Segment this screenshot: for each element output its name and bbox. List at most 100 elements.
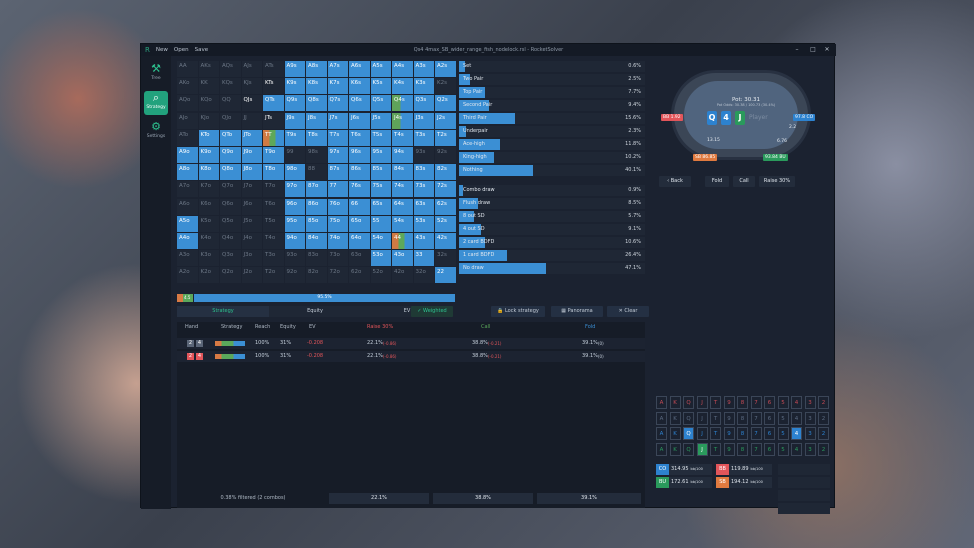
- rank-card-5[interactable]: 5: [777, 442, 789, 456]
- hand-cell-Q9s[interactable]: Q9s: [284, 95, 305, 112]
- hand-cell-A3s[interactable]: A3s: [413, 61, 434, 77]
- hand-cell-K8o[interactable]: K8o: [198, 164, 219, 181]
- hand-cell-T9s[interactable]: T9s: [284, 129, 305, 146]
- rank-card-J[interactable]: J: [696, 396, 708, 409]
- hand-cell-52s[interactable]: 52s: [435, 215, 456, 232]
- rank-card-7[interactable]: 7: [750, 411, 762, 425]
- hand-cell-KTs[interactable]: KTs: [263, 78, 284, 95]
- hand-row[interactable]: 2 4 100% 31% -0.208 22.1% (-0.86) 38.8% (-0.21) 3…: [177, 338, 645, 349]
- hand-cell-K5s[interactable]: K5s: [370, 78, 391, 95]
- rank-card-3[interactable]: 3: [804, 427, 816, 440]
- hand-cell-K9s[interactable]: K9s: [284, 78, 305, 95]
- hand-cell-85o[interactable]: 85o: [306, 215, 327, 232]
- category-row[interactable]: Second Pair 9.4%: [459, 100, 645, 111]
- hand-cell-75o[interactable]: 75o: [327, 215, 348, 232]
- hand-cell-43o[interactable]: 43o: [392, 250, 413, 267]
- raise-action-button[interactable]: Raise 30%: [759, 176, 795, 187]
- hand-cell-63s[interactable]: 63s: [413, 198, 434, 215]
- rank-card-9[interactable]: 9: [723, 411, 735, 425]
- hand-cell-33[interactable]: 33: [413, 250, 434, 267]
- category-row[interactable]: King-high 10.2%: [459, 152, 645, 163]
- hand-cell-J7s[interactable]: J7s: [327, 112, 348, 129]
- rank-card-K[interactable]: K: [669, 411, 681, 425]
- hand-cell-74s[interactable]: 74s: [392, 181, 413, 198]
- hand-cell-72o[interactable]: 72o: [327, 267, 348, 284]
- rank-card-5[interactable]: 5: [777, 396, 789, 409]
- hand-cell-A8s[interactable]: A8s: [306, 61, 327, 77]
- nav-settings[interactable]: ⚙ Settings: [144, 120, 168, 144]
- hand-cell-65o[interactable]: 65o: [349, 215, 370, 232]
- rank-card-2[interactable]: 2: [818, 442, 829, 456]
- hand-cell-Q7s[interactable]: Q7s: [327, 95, 348, 112]
- hand-cell-83o[interactable]: 83o: [306, 250, 327, 267]
- hand-cell-J5o[interactable]: J5o: [241, 215, 262, 232]
- hand-cell-32s[interactable]: 32s: [435, 250, 456, 267]
- hand-cell-82s[interactable]: 82s: [435, 164, 456, 181]
- hand-cell-QTs[interactable]: QTs: [263, 95, 284, 112]
- rank-card-A[interactable]: A: [656, 427, 667, 440]
- hand-cell-A6o[interactable]: A6o: [177, 198, 198, 215]
- hand-cell-AQo[interactable]: AQo: [177, 95, 198, 112]
- hand-cell-Q2s[interactable]: Q2s: [435, 95, 456, 112]
- hand-cell-T8o[interactable]: T8o: [263, 164, 284, 181]
- rank-card-T[interactable]: T: [710, 396, 721, 409]
- hand-cell-88[interactable]: 88: [306, 164, 327, 181]
- hand-cell-A8o[interactable]: A8o: [177, 164, 198, 181]
- hand-cell-K4s[interactable]: K4s: [392, 78, 413, 95]
- hand-cell-97s[interactable]: 97s: [327, 147, 348, 163]
- hand-cell-95s[interactable]: 95s: [370, 147, 391, 163]
- hand-cell-K3o[interactable]: K3o: [198, 250, 219, 267]
- category-row[interactable]: 2 card BDFD 10.6%: [459, 237, 645, 248]
- hand-cell-K7s[interactable]: K7s: [327, 78, 348, 95]
- hand-cell-K9o[interactable]: K9o: [198, 147, 219, 163]
- hand-cell-97o[interactable]: 97o: [284, 181, 305, 198]
- close-icon[interactable]: ✕: [820, 44, 834, 56]
- rank-card-9[interactable]: 9: [723, 442, 735, 456]
- hand-cell-42s[interactable]: 42s: [435, 233, 456, 249]
- hand-cell-92o[interactable]: 92o: [284, 267, 305, 284]
- hand-cell-J3s[interactable]: J3s: [413, 112, 434, 129]
- hand-cell-J7o[interactable]: J7o: [241, 181, 262, 198]
- call-action-button[interactable]: Call: [733, 176, 755, 187]
- rank-card-9[interactable]: 9: [723, 396, 735, 409]
- hand-cell-K6s[interactable]: K6s: [349, 78, 370, 95]
- rank-card-K[interactable]: K: [669, 396, 681, 409]
- rank-card-8[interactable]: 8: [737, 442, 748, 456]
- hand-cell-Q4s[interactable]: Q4s: [392, 95, 413, 112]
- rank-card-8[interactable]: 8: [737, 427, 748, 440]
- tab-strategy[interactable]: Strategy: [177, 306, 269, 317]
- hand-cell-T6s[interactable]: T6s: [349, 129, 370, 146]
- hand-cell-J8s[interactable]: J8s: [306, 112, 327, 129]
- hand-cell-KJs[interactable]: KJs: [241, 78, 262, 95]
- hand-cell-22[interactable]: 22: [435, 267, 456, 284]
- hand-cell-95o[interactable]: 95o: [284, 215, 305, 232]
- col-hand[interactable]: Hand: [185, 324, 198, 330]
- hand-cell-94s[interactable]: 94s: [392, 147, 413, 163]
- rank-card-A[interactable]: A: [656, 411, 667, 425]
- rank-card-7[interactable]: 7: [750, 396, 762, 409]
- hand-cell-T2o[interactable]: T2o: [263, 267, 284, 284]
- hand-cell-64s[interactable]: 64s: [392, 198, 413, 215]
- lock-strategy-button[interactable]: 🔒 Lock strategy: [491, 306, 545, 317]
- rank-card-4[interactable]: 4: [791, 411, 802, 425]
- hand-cell-J8o[interactable]: J8o: [241, 164, 262, 181]
- hand-cell-Q5o[interactable]: Q5o: [220, 215, 241, 232]
- rank-card-A[interactable]: A: [656, 442, 667, 456]
- rank-card-3[interactable]: 3: [804, 411, 816, 425]
- rank-card-4[interactable]: 4: [791, 396, 802, 409]
- rank-card-Q[interactable]: Q: [683, 442, 694, 456]
- hand-cell-J9s[interactable]: J9s: [284, 112, 305, 129]
- hand-cell-J6o[interactable]: J6o: [241, 198, 262, 215]
- rank-card-J[interactable]: J: [696, 427, 708, 440]
- rank-card-5[interactable]: 5: [777, 427, 789, 440]
- hand-cell-J6s[interactable]: J6s: [349, 112, 370, 129]
- hand-cell-A2s[interactable]: A2s: [435, 61, 456, 77]
- hand-cell-T2s[interactable]: T2s: [435, 129, 456, 146]
- rank-card-T[interactable]: T: [710, 442, 721, 456]
- hand-cell-A4o[interactable]: A4o: [177, 233, 198, 249]
- rank-card-K[interactable]: K: [669, 427, 681, 440]
- hand-cell-T8s[interactable]: T8s: [306, 129, 327, 146]
- hand-cell-A2o[interactable]: A2o: [177, 267, 198, 284]
- hand-cell-T6o[interactable]: T6o: [263, 198, 284, 215]
- hand-cell-AJs[interactable]: AJs: [241, 61, 262, 77]
